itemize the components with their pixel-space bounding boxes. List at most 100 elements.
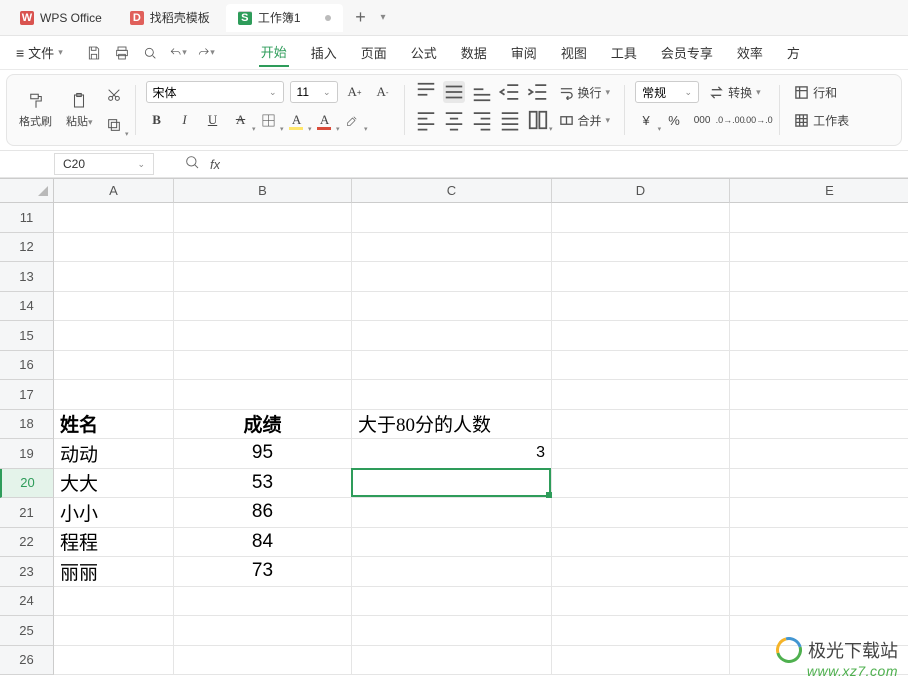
font-size-select[interactable]: 11⌄	[290, 81, 338, 103]
italic-button[interactable]: I	[174, 109, 196, 131]
bold-button[interactable]: B	[146, 109, 168, 131]
column-header-B[interactable]: B	[174, 179, 352, 203]
tab-more[interactable]: 方	[785, 39, 802, 66]
cell-D20[interactable]	[552, 469, 730, 499]
cell-D17[interactable]	[552, 380, 730, 410]
cell-E22[interactable]	[730, 528, 908, 558]
fill-color-button[interactable]: A	[286, 109, 308, 131]
cell-C13[interactable]	[352, 262, 552, 292]
font-name-select[interactable]: 宋体⌄	[146, 81, 284, 103]
cell-B22[interactable]: 84	[174, 528, 352, 558]
copy-button[interactable]	[103, 114, 125, 136]
row-column-button[interactable]: 行和	[790, 81, 853, 103]
cell-C15[interactable]	[352, 321, 552, 351]
decrease-decimal-button[interactable]: .0→.00	[719, 109, 741, 131]
cell-E15[interactable]	[730, 321, 908, 351]
column-header-A[interactable]: A	[54, 179, 174, 203]
tab-page[interactable]: 页面	[359, 39, 389, 66]
cell-D15[interactable]	[552, 321, 730, 351]
row-header-23[interactable]: 23	[0, 557, 54, 587]
cell-A20[interactable]: 大大	[54, 469, 174, 499]
cell-C21[interactable]	[352, 498, 552, 528]
cell-A13[interactable]	[54, 262, 174, 292]
align-right-button[interactable]	[471, 109, 493, 131]
cell-C20[interactable]	[352, 469, 552, 499]
spreadsheet-grid[interactable]: ABCDE 11121314151617181920212223242526 姓…	[0, 178, 908, 179]
cell-C17[interactable]	[352, 380, 552, 410]
cell-B16[interactable]	[174, 351, 352, 381]
cell-B23[interactable]: 73	[174, 557, 352, 587]
cell-C11[interactable]	[352, 203, 552, 233]
justify-button[interactable]	[499, 109, 521, 131]
cell-A14[interactable]	[54, 292, 174, 322]
tab-formula[interactable]: 公式	[409, 39, 439, 66]
column-header-C[interactable]: C	[352, 179, 552, 203]
cell-D11[interactable]	[552, 203, 730, 233]
row-header-22[interactable]: 22	[0, 528, 54, 558]
align-bottom-button[interactable]	[471, 81, 493, 103]
tab-home[interactable]: 开始	[259, 38, 289, 67]
cell-E14[interactable]	[730, 292, 908, 322]
row-header-15[interactable]: 15	[0, 321, 54, 351]
cell-B20[interactable]: 53	[174, 469, 352, 499]
row-header-25[interactable]: 25	[0, 616, 54, 646]
cell-E16[interactable]	[730, 351, 908, 381]
comma-style-button[interactable]: 000	[691, 109, 713, 131]
percent-button[interactable]: %	[663, 109, 685, 131]
cell-A21[interactable]: 小小	[54, 498, 174, 528]
cell-B24[interactable]	[174, 587, 352, 617]
cell-B13[interactable]	[174, 262, 352, 292]
cell-B11[interactable]	[174, 203, 352, 233]
row-header-14[interactable]: 14	[0, 292, 54, 322]
decrease-indent-button[interactable]	[499, 81, 521, 103]
cell-E18[interactable]	[730, 410, 908, 440]
increase-indent-button[interactable]	[527, 81, 549, 103]
cell-D13[interactable]	[552, 262, 730, 292]
cell-C25[interactable]	[352, 616, 552, 646]
row-header-19[interactable]: 19	[0, 439, 54, 469]
border-button[interactable]	[258, 109, 280, 131]
cell-E13[interactable]	[730, 262, 908, 292]
file-menu-button[interactable]: ≡ 文件 ▾	[8, 39, 71, 66]
row-header-18[interactable]: 18	[0, 410, 54, 440]
cell-A18[interactable]: 姓名	[54, 410, 174, 440]
cell-D19[interactable]	[552, 439, 730, 469]
cell-E11[interactable]	[730, 203, 908, 233]
underline-button[interactable]: U	[202, 109, 224, 131]
insert-function-button[interactable]: fx	[210, 157, 220, 172]
redo-button[interactable]: ▾	[197, 44, 215, 62]
orientation-button[interactable]	[527, 109, 549, 131]
paste-button[interactable]: 粘贴▾	[62, 81, 97, 139]
cell-B19[interactable]: 95	[174, 439, 352, 469]
cell-D23[interactable]	[552, 557, 730, 587]
cell-C23[interactable]	[352, 557, 552, 587]
cell-E24[interactable]	[730, 587, 908, 617]
tab-docer-templates[interactable]: D 找稻壳模板	[118, 4, 222, 32]
align-center-button[interactable]	[443, 109, 465, 131]
cell-A12[interactable]	[54, 233, 174, 263]
cell-A26[interactable]	[54, 646, 174, 676]
cell-A24[interactable]	[54, 587, 174, 617]
cancel-formula-button[interactable]	[184, 154, 200, 175]
cell-B18[interactable]: 成绩	[174, 410, 352, 440]
align-middle-button[interactable]	[443, 81, 465, 103]
column-header-E[interactable]: E	[730, 179, 908, 203]
worksheet-button[interactable]: 工作表	[790, 109, 853, 131]
row-header-21[interactable]: 21	[0, 498, 54, 528]
save-button[interactable]	[85, 44, 103, 62]
tab-wps-office[interactable]: W WPS Office	[8, 4, 114, 32]
tab-insert[interactable]: 插入	[309, 39, 339, 66]
wrap-text-button[interactable]: 换行▾	[555, 81, 615, 103]
cell-E21[interactable]	[730, 498, 908, 528]
row-header-16[interactable]: 16	[0, 351, 54, 381]
cell-D22[interactable]	[552, 528, 730, 558]
tab-member[interactable]: 会员专享	[659, 39, 715, 66]
cell-D26[interactable]	[552, 646, 730, 676]
cell-B12[interactable]	[174, 233, 352, 263]
cell-A15[interactable]	[54, 321, 174, 351]
cell-A23[interactable]: 丽丽	[54, 557, 174, 587]
row-header-24[interactable]: 24	[0, 587, 54, 617]
cell-D12[interactable]	[552, 233, 730, 263]
decrease-font-button[interactable]: A-	[372, 81, 394, 103]
strikethrough-button[interactable]: A	[230, 109, 252, 131]
